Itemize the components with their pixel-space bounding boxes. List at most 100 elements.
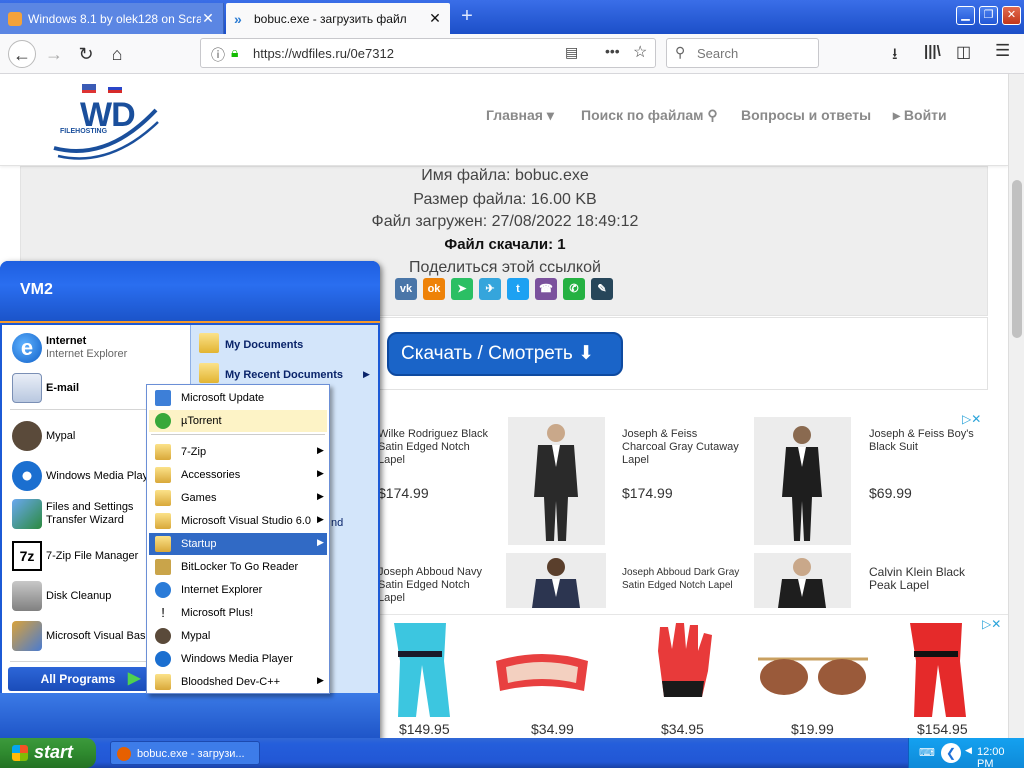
my-documents-icon	[199, 333, 219, 353]
separator	[151, 434, 325, 435]
visual-basic-icon	[12, 621, 42, 651]
program-label: Windows Media Player	[181, 653, 293, 665]
reader-view-icon[interactable]: ▤	[565, 44, 578, 61]
ad-title[interactable]: Joseph Abboud Navy Satin Edged Notch Lap…	[378, 566, 498, 605]
english-flag-icon[interactable]	[82, 84, 96, 93]
programs-submenu: Microsoft Update µTorrent 7-Zip ▶ Accesso…	[146, 384, 330, 694]
downloads-icon[interactable]: ⭳	[892, 43, 898, 70]
ok-share-icon[interactable]: ok	[423, 278, 445, 300]
all-programs-button[interactable]: All Programs ▶	[8, 667, 148, 691]
pinned-title: Internet	[46, 335, 87, 347]
info-icon[interactable]: ⓘ	[211, 45, 225, 65]
logo-swoosh-icon	[53, 108, 159, 160]
vk-share-icon[interactable]: vk	[395, 278, 417, 300]
site-logo[interactable]: WD FILEHOSTING	[52, 94, 162, 160]
product-image[interactable]	[754, 553, 851, 608]
product-image[interactable]	[754, 417, 851, 545]
twitter-share-icon[interactable]: t	[507, 278, 529, 300]
mail-share-icon[interactable]: ➤	[451, 278, 473, 300]
ad-title[interactable]: Joseph & Feiss Boy's Black Suit	[869, 428, 979, 454]
page-actions-icon[interactable]: •••	[605, 43, 620, 59]
volume-icon[interactable]: ◀	[965, 745, 972, 756]
program-bitlocker[interactable]: BitLocker To Go Reader	[149, 556, 327, 578]
program-games[interactable]: Games ▶	[149, 487, 327, 509]
ad-block-suits[interactable]: ▷✕ Wilke Rodriguez Black Satin Edged Not…	[372, 412, 988, 608]
new-tab-button[interactable]: +	[456, 5, 478, 27]
program-microsoft-update[interactable]: Microsoft Update	[149, 387, 327, 409]
menu-icon[interactable]: ☰	[995, 41, 1010, 61]
recent-label: Disk Cleanup	[46, 590, 112, 602]
program-visual-studio[interactable]: Microsoft Visual Studio 6.0 ▶	[149, 510, 327, 532]
page-scrollbar[interactable]	[1008, 74, 1024, 738]
pinned-internet[interactable]: e Internet Internet Explorer	[10, 331, 188, 367]
whatsapp-share-icon[interactable]: ✆	[563, 278, 585, 300]
program-internet-explorer[interactable]: Internet Explorer	[149, 579, 327, 601]
ad-title[interactable]: Calvin Klein Black Peak Lapel	[869, 566, 979, 592]
reload-button[interactable]: ↻	[72, 40, 100, 68]
product-image[interactable]	[508, 417, 605, 545]
goggles-icon[interactable]	[492, 651, 592, 701]
home-button[interactable]: ⌂	[103, 40, 131, 68]
motocross-pants-red-icon[interactable]	[902, 621, 972, 719]
clock[interactable]: 12:00 PM	[977, 746, 1024, 770]
motocross-pants-icon[interactable]	[386, 621, 456, 719]
close-window-button[interactable]: ✕	[1002, 6, 1021, 25]
restore-button[interactable]: ❐	[979, 6, 998, 25]
taskbar-item-firefox[interactable]: bobuc.exe - загрузи...	[110, 741, 260, 765]
scrollbar-thumb[interactable]	[1012, 180, 1022, 338]
telegram-share-icon[interactable]: ✈	[479, 278, 501, 300]
minimize-button[interactable]: ▁	[956, 6, 975, 25]
tab-wdfiles[interactable]: » bobuc.exe - загрузить файл ✕	[226, 3, 450, 34]
tab-scratch[interactable]: Windows 8.1 by olek128 on Scrat ✕	[0, 3, 224, 34]
ad-block-motocross[interactable]: ▷✕ $149.95 $34.99 $34.95 $19.99 $154.95	[372, 614, 1008, 738]
adchoices-icon[interactable]: ▷✕	[962, 412, 981, 426]
search-input[interactable]: ⚲ Search	[666, 38, 819, 68]
forward-button[interactable]: →	[40, 40, 68, 68]
start-button[interactable]: start	[0, 738, 96, 768]
ad-title[interactable]: Wilke Rodriguez Black Satin Edged Notch …	[378, 428, 498, 467]
folder-icon	[155, 444, 171, 460]
russian-flag-icon[interactable]	[108, 84, 122, 93]
keyboard-icon[interactable]: ⌨	[919, 746, 935, 759]
ad-title[interactable]: Joseph Abboud Dark Gray Satin Edged Notc…	[622, 566, 742, 592]
ad-price: $154.95	[917, 721, 968, 737]
program-accessories[interactable]: Accessories ▶	[149, 464, 327, 486]
sunglasses-icon[interactable]	[754, 653, 872, 703]
download-button[interactable]: Скачать / Смотреть ⬇	[387, 332, 623, 376]
back-button[interactable]: ←	[8, 40, 36, 68]
internet-explorer-icon	[155, 582, 171, 598]
bookmark-star-icon[interactable]: ☆	[633, 42, 647, 62]
program-label: Bloodshed Dev-C++	[181, 676, 281, 688]
file-download-count: Файл скачали: 1	[444, 236, 566, 253]
nav-login[interactable]: ▸ Войти	[893, 107, 947, 124]
disk-cleanup-icon	[12, 581, 42, 611]
nav-home[interactable]: Главная ▾	[486, 107, 554, 124]
tab-close-icon[interactable]: ✕	[428, 10, 442, 27]
livejournal-share-icon[interactable]: ✎	[591, 278, 613, 300]
adchoices-icon[interactable]: ▷✕	[982, 617, 1001, 631]
library-icon[interactable]: |||\	[924, 43, 941, 60]
recent-documents-link[interactable]: My Recent Documents	[225, 369, 343, 381]
program-mypal[interactable]: Mypal	[149, 625, 327, 647]
tray-back-icon[interactable]: ❮	[941, 743, 961, 763]
right-pane-partial-label[interactable]: nd	[331, 517, 343, 529]
program-windows-media-player[interactable]: Windows Media Player	[149, 648, 327, 670]
submenu-arrow-icon: ▶	[363, 369, 370, 379]
sidebar-icon[interactable]: ◫	[956, 42, 971, 62]
program-7zip[interactable]: 7-Zip ▶	[149, 441, 327, 463]
program-microsoft-plus[interactable]: ! Microsoft Plus!	[149, 602, 327, 624]
taskbar: start bobuc.exe - загрузи... ⌨ ❮ ◀ 12:00…	[0, 738, 1024, 770]
my-documents-link[interactable]: My Documents	[225, 339, 303, 351]
glove-icon[interactable]	[650, 621, 720, 699]
nav-file-search[interactable]: Поиск по файлам ⚲	[581, 107, 718, 124]
suit-figure-icon	[778, 558, 826, 608]
program-utorrent[interactable]: µTorrent	[149, 410, 327, 432]
ad-title[interactable]: Joseph & Feiss Charcoal Gray Cutaway Lap…	[622, 428, 742, 467]
program-dev-cpp[interactable]: Bloodshed Dev-C++ ▶	[149, 671, 327, 693]
tab-close-icon[interactable]: ✕	[201, 10, 215, 27]
url-bar[interactable]: ⓘ 🔒︎ https://wdfiles.ru/0e7312 ▤ ••• ☆	[200, 38, 656, 68]
viber-share-icon[interactable]: ☎	[535, 278, 557, 300]
nav-faq[interactable]: Вопросы и ответы	[741, 107, 871, 123]
program-startup[interactable]: Startup ▶	[149, 533, 327, 555]
product-image[interactable]	[506, 553, 606, 608]
